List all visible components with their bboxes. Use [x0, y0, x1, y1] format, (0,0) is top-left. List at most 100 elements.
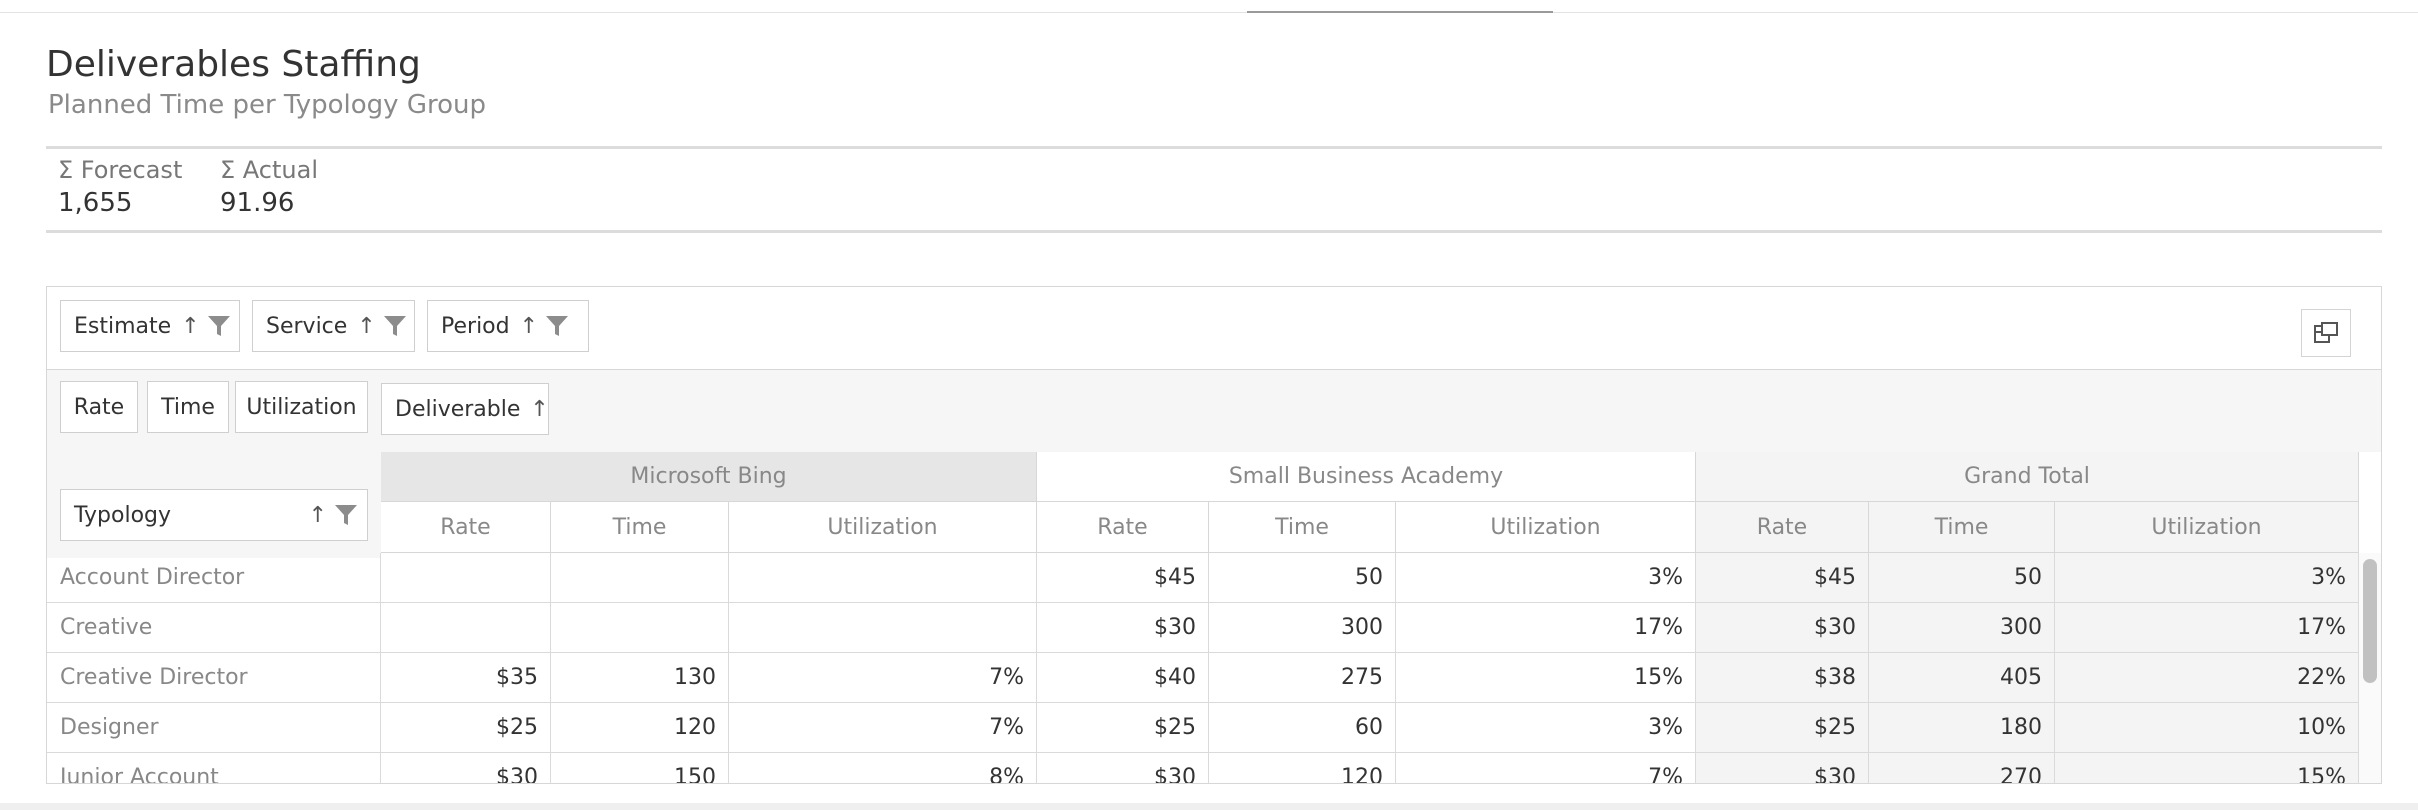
- table-cell[interactable]: [381, 603, 551, 653]
- table-cell[interactable]: 180: [1869, 703, 2055, 753]
- actual-summary: Σ Actual 91.96: [220, 156, 318, 218]
- table-cell[interactable]: 50: [1209, 553, 1396, 603]
- filter-chip-period[interactable]: Period ↑: [427, 300, 589, 352]
- row-chip-typology[interactable]: Typology ↑: [60, 489, 368, 541]
- actual-value: 91.96: [220, 188, 295, 218]
- table-cell[interactable]: $40: [1037, 653, 1209, 703]
- table-cell[interactable]: 17%: [1396, 603, 1696, 653]
- row-fields-area: Typology ↑: [47, 452, 381, 558]
- table-cell[interactable]: $45: [1037, 553, 1209, 603]
- forecast-label: Σ Forecast: [58, 156, 183, 184]
- summary-divider-bottom: [46, 230, 2382, 233]
- table-cell[interactable]: $35: [381, 653, 551, 703]
- table-cell[interactable]: 10%: [2055, 703, 2359, 753]
- subheader-rate[interactable]: Rate: [381, 502, 551, 553]
- sort-asc-icon[interactable]: ↑: [309, 503, 327, 528]
- subheader-time[interactable]: Time: [1869, 502, 2055, 553]
- table-cell[interactable]: [729, 603, 1037, 653]
- bottom-strip: [0, 803, 2418, 810]
- funnel-icon[interactable]: [333, 502, 359, 528]
- table-cell[interactable]: 60: [1209, 703, 1396, 753]
- table-cell[interactable]: 22%: [2055, 653, 2359, 703]
- table-cell[interactable]: 50: [1869, 553, 2055, 603]
- table-cell[interactable]: 15%: [2055, 753, 2359, 783]
- layout-icon: [2314, 322, 2338, 343]
- funnel-icon[interactable]: [206, 313, 232, 339]
- pivot-table: Estimate ↑ Service ↑ Period ↑ Rate Time …: [46, 286, 2382, 784]
- row-label[interactable]: Designer: [47, 703, 381, 753]
- table-cell[interactable]: $38: [1696, 653, 1869, 703]
- funnel-icon[interactable]: [544, 313, 570, 339]
- table-cell[interactable]: $25: [381, 703, 551, 753]
- row-label[interactable]: Junior Account: [47, 753, 381, 783]
- column-chip-deliverable[interactable]: Deliverable ↑: [381, 383, 549, 435]
- group-header-grand-total[interactable]: Grand Total: [1696, 452, 2359, 502]
- table-cell[interactable]: 150: [551, 753, 729, 783]
- actual-label: Σ Actual: [220, 156, 318, 184]
- table-cell[interactable]: 7%: [729, 653, 1037, 703]
- table-cell[interactable]: 7%: [1396, 753, 1696, 783]
- subheader-rate[interactable]: Rate: [1037, 502, 1209, 553]
- table-cell[interactable]: 405: [1869, 653, 2055, 703]
- table-cell[interactable]: 7%: [729, 703, 1037, 753]
- table-cell[interactable]: 300: [1869, 603, 2055, 653]
- table-cell[interactable]: 120: [1209, 753, 1396, 783]
- sort-asc-icon[interactable]: ↑: [530, 397, 548, 422]
- subheader-utilization[interactable]: Utilization: [1396, 502, 1696, 553]
- table-cell[interactable]: 275: [1209, 653, 1396, 703]
- table-cell[interactable]: $30: [1696, 753, 1869, 783]
- table-cell[interactable]: 3%: [1396, 703, 1696, 753]
- table-cell[interactable]: 8%: [729, 753, 1037, 783]
- filter-chip-service[interactable]: Service ↑: [252, 300, 415, 352]
- table-cell[interactable]: 130: [551, 653, 729, 703]
- table-cell[interactable]: 270: [1869, 753, 2055, 783]
- measure-chip-time[interactable]: Time: [147, 381, 229, 433]
- filter-chip-estimate[interactable]: Estimate ↑: [60, 300, 240, 352]
- table-cell[interactable]: 3%: [1396, 553, 1696, 603]
- table-cell[interactable]: $30: [1037, 603, 1209, 653]
- subheader-utilization[interactable]: Utilization: [2055, 502, 2359, 553]
- layout-toggle-button[interactable]: [2301, 309, 2351, 357]
- table-cell[interactable]: $25: [1696, 703, 1869, 753]
- active-tab-indicator: [1247, 11, 1553, 13]
- table-cell[interactable]: [729, 553, 1037, 603]
- table-cell[interactable]: 15%: [1396, 653, 1696, 703]
- measure-chip-label: Time: [161, 394, 215, 420]
- filter-chip-label: Service: [266, 313, 348, 339]
- row-label[interactable]: Account Director: [47, 553, 381, 603]
- scrollbar-thumb[interactable]: [2363, 559, 2377, 683]
- group-header-small-business-academy[interactable]: Small Business Academy: [1037, 452, 1696, 502]
- filter-chip-label: Estimate: [74, 313, 172, 339]
- column-fields-row: Rate Time Utilization Deliverable ↑: [47, 370, 2381, 452]
- table-cell[interactable]: [381, 553, 551, 603]
- subheader-time[interactable]: Time: [551, 502, 729, 553]
- table-cell[interactable]: 120: [551, 703, 729, 753]
- sort-asc-icon[interactable]: ↑: [181, 314, 199, 339]
- table-cell[interactable]: 17%: [2055, 603, 2359, 653]
- measure-chip-rate[interactable]: Rate: [60, 381, 138, 433]
- table-cell[interactable]: $25: [1037, 703, 1209, 753]
- group-header-microsoft-bing[interactable]: Microsoft Bing: [381, 452, 1037, 502]
- row-label[interactable]: Creative: [47, 603, 381, 653]
- table-cell[interactable]: 300: [1209, 603, 1396, 653]
- subheader-rate[interactable]: Rate: [1696, 502, 1869, 553]
- subheader-utilization[interactable]: Utilization: [729, 502, 1037, 553]
- table-cell[interactable]: $30: [381, 753, 551, 783]
- table-cell[interactable]: $30: [1696, 603, 1869, 653]
- table-cell[interactable]: [551, 603, 729, 653]
- measure-chip-utilization[interactable]: Utilization: [235, 381, 368, 433]
- measure-chip-label: Rate: [73, 394, 125, 420]
- page-title: Deliverables Staffing: [46, 44, 421, 85]
- table-cell[interactable]: $45: [1696, 553, 1869, 603]
- subheader-time[interactable]: Time: [1209, 502, 1396, 553]
- table-cell[interactable]: [551, 553, 729, 603]
- sort-asc-icon[interactable]: ↑: [357, 314, 375, 339]
- row-chip-label: Typology: [74, 502, 172, 528]
- funnel-icon[interactable]: [382, 313, 408, 339]
- summary-divider-top: [46, 146, 2382, 149]
- row-label[interactable]: Creative Director: [47, 653, 381, 703]
- table-cell[interactable]: 3%: [2055, 553, 2359, 603]
- filter-row: Estimate ↑ Service ↑ Period ↑: [47, 287, 2381, 370]
- sort-asc-icon[interactable]: ↑: [520, 314, 538, 339]
- table-cell[interactable]: $30: [1037, 753, 1209, 783]
